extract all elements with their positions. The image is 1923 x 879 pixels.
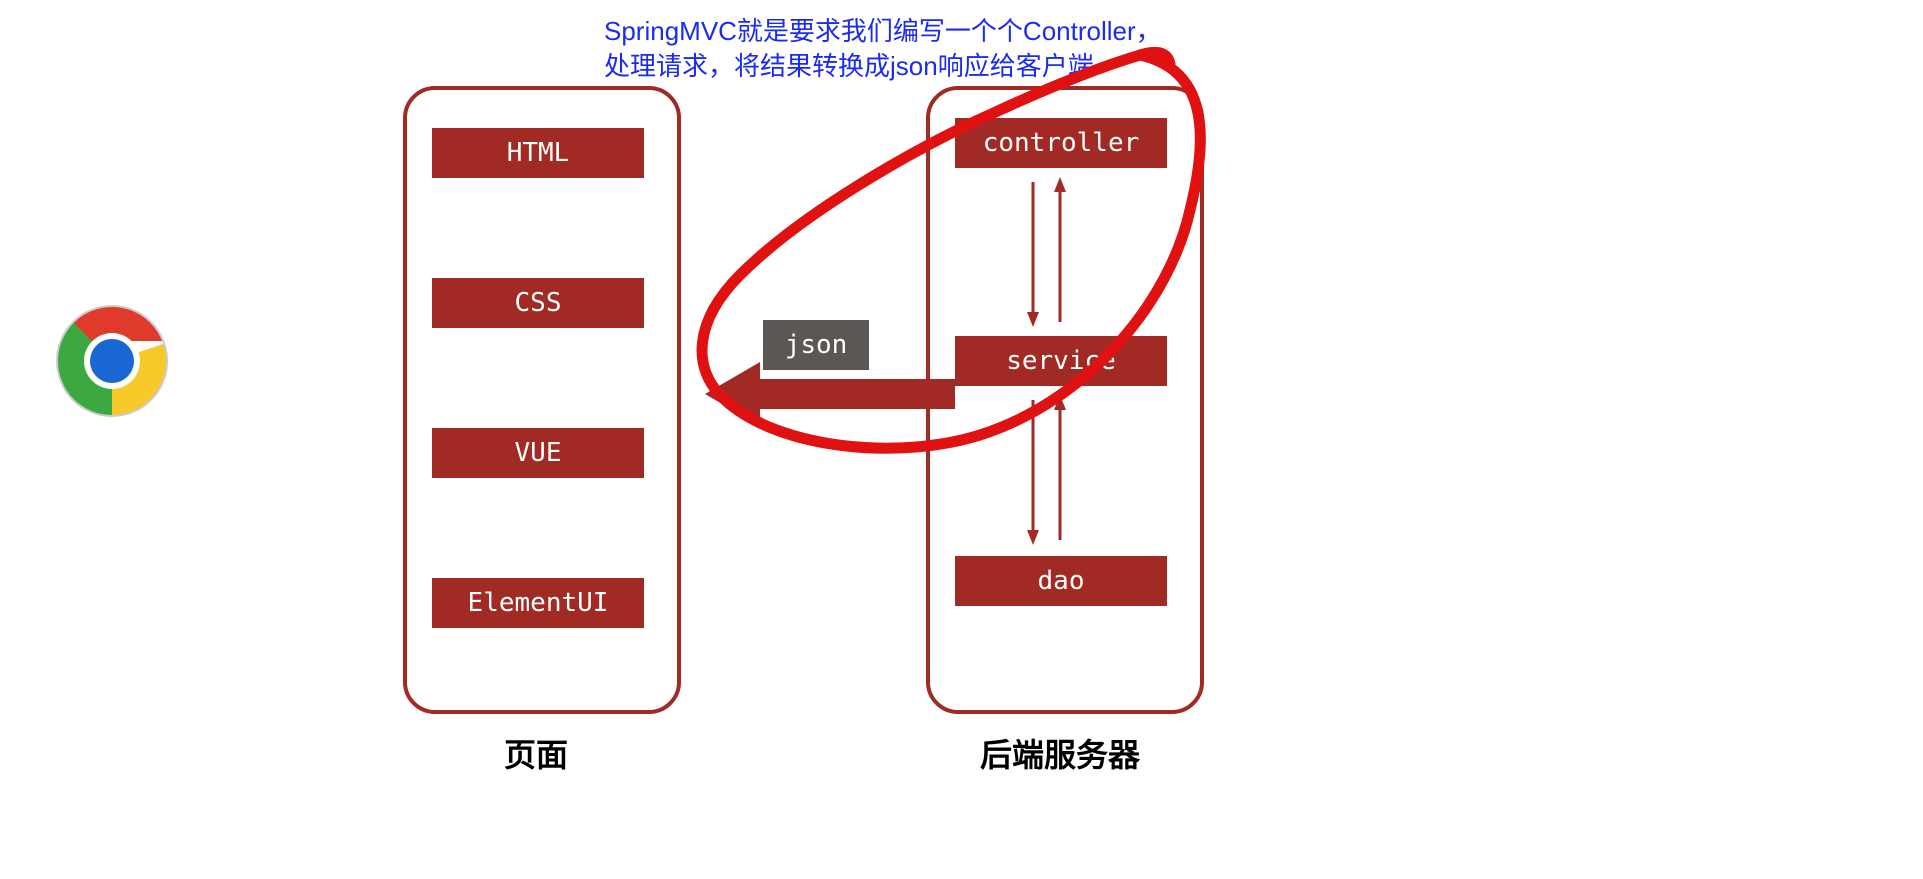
frontend-item-label: HTML — [507, 138, 570, 168]
frontend-item-vue: VUE — [432, 428, 644, 478]
frontend-item-label: VUE — [515, 438, 562, 468]
frontend-item-label: CSS — [515, 288, 562, 318]
frontend-item-css: CSS — [432, 278, 644, 328]
backend-item-label: dao — [1038, 566, 1085, 596]
frontend-item-label: ElementUI — [468, 588, 609, 618]
frontend-item-elementui: ElementUI — [432, 578, 644, 628]
chrome-icon — [52, 301, 172, 425]
frontend-item-html: HTML — [432, 128, 644, 178]
frontend-title: 页面 — [504, 730, 568, 776]
backend-title: 后端服务器 — [980, 730, 1140, 776]
hand-drawn-circle — [670, 40, 1230, 470]
backend-item-dao: dao — [955, 556, 1167, 606]
